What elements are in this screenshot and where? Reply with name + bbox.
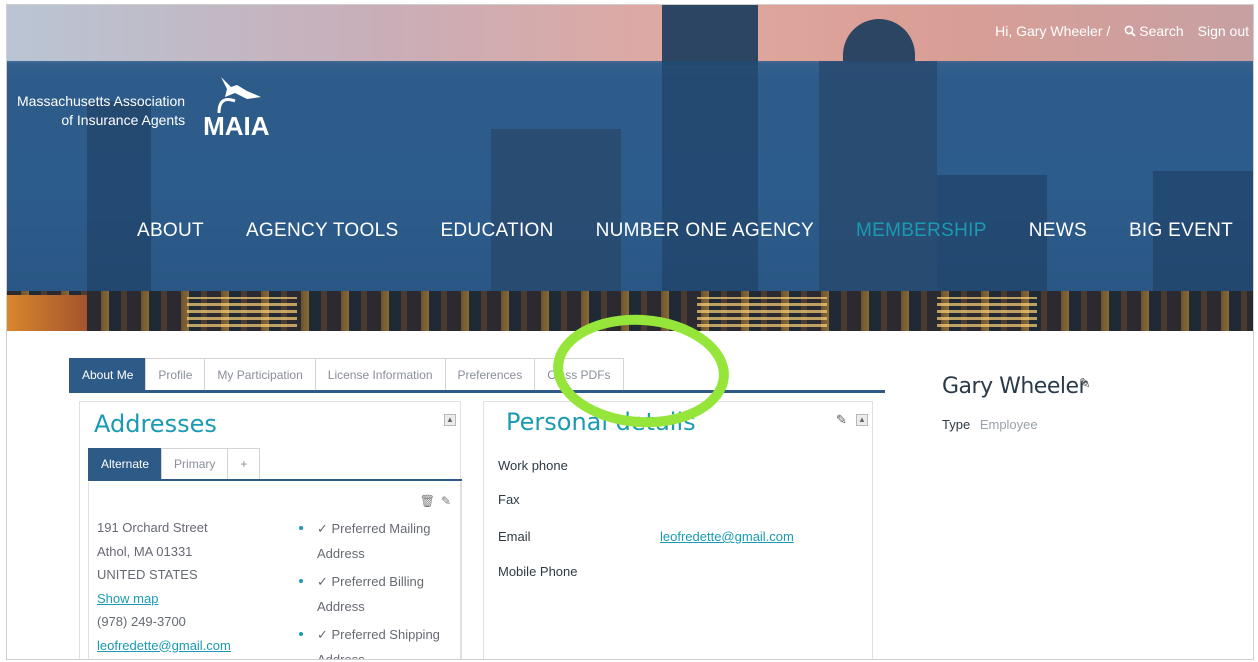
tab-about-me[interactable]: About Me [69, 358, 147, 391]
search-label: Search [1139, 23, 1184, 39]
type-value: Employee [979, 417, 1038, 432]
nav-item-membership[interactable]: MEMBERSHIP [856, 220, 987, 242]
skyline-tower [662, 5, 758, 65]
add-address-tab[interactable]: + [227, 448, 261, 480]
address-city: Athol, MA 01331 [97, 543, 193, 559]
tab-alternate-address[interactable]: Alternate [88, 448, 163, 480]
tab-preferences[interactable]: Preferences [444, 358, 536, 391]
tab-underline [69, 390, 885, 393]
fax-label: Fax [498, 492, 520, 507]
nav-item-big-event[interactable]: BIG EVENT [1129, 220, 1233, 242]
lit-windows [937, 297, 1037, 327]
address-actions: 🗑 ✎ [420, 494, 451, 508]
org-name-line2: of Insurance Agents [61, 112, 186, 128]
addresses-panel: Addresses ▲ Alternate Primary + 🗑 ✎ 191 … [79, 401, 463, 659]
nav-item-number-one-agency[interactable]: NUMBER ONE AGENCY [596, 220, 814, 242]
address-street: 191 Orchard Street [97, 520, 208, 535]
collapse-details-button[interactable]: ▲ [856, 414, 868, 426]
member-type: Type Employee [942, 417, 1038, 432]
nav-item-education[interactable]: EDUCATION [440, 220, 553, 242]
tab-profile[interactable]: Profile [145, 358, 206, 391]
search-link[interactable]: Search [1124, 23, 1184, 39]
address-email-link[interactable]: leofredette@gmail.com [97, 634, 231, 658]
delete-icon[interactable]: 🗑 [420, 494, 435, 508]
email-label: Email [498, 529, 531, 544]
profile-tabs: About Me Profile My Participation Licens… [69, 358, 624, 391]
skyline-building [491, 129, 621, 291]
lit-windows [187, 297, 297, 327]
nav-item-agency-tools[interactable]: AGENCY TOOLS [246, 220, 399, 242]
site-header: Hi, Gary Wheeler / Search Sign out Massa… [7, 5, 1253, 331]
preferred-mailing: ✓ Preferred Mailing Address [293, 516, 463, 566]
addresses-title: Addresses [94, 410, 217, 438]
skyline-building [819, 61, 937, 291]
profile-name: Gary Wheeler [942, 374, 1088, 399]
signout-link[interactable]: Sign out [1198, 23, 1249, 39]
mobile-phone-label: Mobile Phone [498, 564, 578, 579]
preferred-shipping: ✓ Preferred Shipping Address [293, 622, 463, 659]
lit-windows [697, 297, 827, 327]
edit-icon[interactable]: ✎ [836, 412, 847, 428]
org-name: Massachusetts Association of Insurance A… [17, 92, 185, 130]
preferred-billing: ✓ Preferred Billing Address [293, 569, 463, 619]
show-map-link[interactable]: Show map [97, 587, 231, 611]
bird-icon [217, 77, 262, 114]
sunset-glow [7, 295, 87, 331]
tab-my-participation[interactable]: My Participation [204, 358, 316, 391]
org-name-line1: Massachusetts Association [17, 93, 186, 109]
address-preferences: ✓ Preferred Mailing Address ✓ Preferred … [293, 516, 463, 659]
edit-name-icon[interactable]: ✎ [1079, 375, 1091, 392]
nav-item-about[interactable]: ABOUT [137, 220, 204, 242]
logo-word: MAIA [203, 111, 270, 141]
search-icon [1124, 25, 1136, 37]
type-label: Type [942, 417, 971, 432]
address-lines: 191 Orchard Street Athol, MA 01331 UNITE… [97, 516, 231, 657]
nav-item-news[interactable]: NEWS [1029, 220, 1087, 242]
tab-license-information[interactable]: License Information [314, 358, 446, 391]
tab-primary-address[interactable]: Primary [161, 448, 229, 480]
user-links: Hi, Gary Wheeler / Search Sign out [995, 23, 1249, 39]
greeting-link[interactable]: Hi, Gary Wheeler / [995, 23, 1110, 39]
page-frame: Hi, Gary Wheeler / Search Sign out Massa… [6, 4, 1254, 660]
work-phone-label: Work phone [498, 458, 568, 473]
address-phone: (978) 249-3700 [97, 614, 186, 629]
personal-details-panel: Personal details ✎ ▲ Work phone Fax Emai… [483, 401, 873, 659]
email-value-link[interactable]: leofredette@gmail.com [660, 529, 794, 544]
address-card: 🗑 ✎ 191 Orchard Street Athol, MA 01331 U… [88, 482, 463, 659]
main-nav: ABOUT AGENCY TOOLS EDUCATION NUMBER ONE … [7, 220, 1253, 242]
skyline-building [662, 61, 758, 291]
site-logo[interactable]: Massachusetts Association of Insurance A… [17, 75, 291, 147]
address-tab-underline [88, 479, 462, 481]
address-tabs: Alternate Primary + [88, 448, 261, 480]
edit-icon[interactable]: ✎ [441, 494, 451, 508]
address-country: UNITED STATES [97, 567, 198, 582]
collapse-addresses-button[interactable]: ▲ [444, 414, 456, 426]
maia-logo-mark: MAIA [199, 75, 291, 147]
